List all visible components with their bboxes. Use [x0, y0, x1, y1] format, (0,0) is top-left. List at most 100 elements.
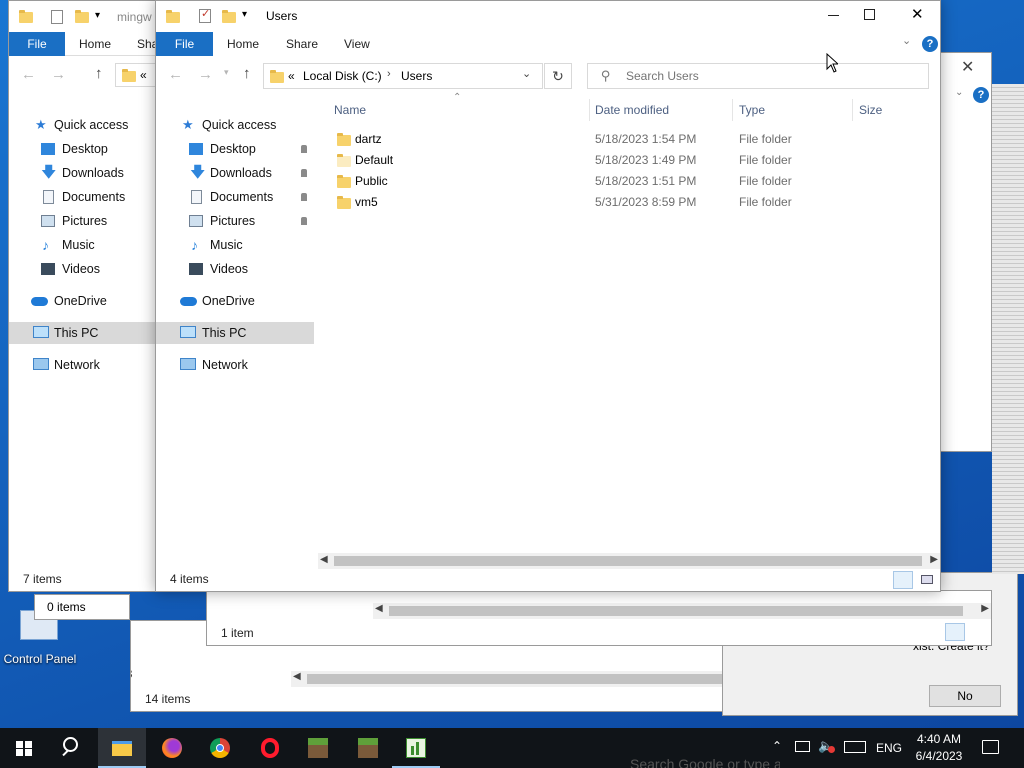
- column-divider[interactable]: [589, 99, 590, 121]
- refresh-button[interactable]: ↻: [544, 63, 572, 89]
- file-row[interactable]: dartz 5/18/2023 1:54 PM File folder: [318, 129, 938, 150]
- nav-network[interactable]: Network: [9, 354, 177, 376]
- title-bar[interactable]: ✓ ▾ Users ✕: [156, 1, 940, 32]
- search-box[interactable]: ⚲: [587, 63, 929, 89]
- background-window-1-item[interactable]: ◀ ▶ 1 item: [206, 590, 992, 646]
- show-hidden-icons-icon[interactable]: ⌃: [772, 739, 782, 753]
- close-icon[interactable]: ✕: [911, 5, 924, 23]
- clock-time[interactable]: 4:40 AM: [912, 732, 966, 746]
- nav-desktop[interactable]: Desktop: [156, 138, 314, 160]
- scroll-left-icon[interactable]: ◀: [375, 603, 383, 614]
- breadcrumb-users[interactable]: Users: [401, 69, 432, 83]
- address-bar[interactable]: « Local Disk (C:) › Users ⌄: [263, 63, 543, 89]
- taskbar-minecraft-2[interactable]: [344, 728, 392, 768]
- address-dropdown-icon[interactable]: ⌄: [522, 67, 531, 80]
- back-icon[interactable]: ←: [21, 66, 36, 83]
- explorer-window-users[interactable]: ✓ ▾ Users ✕ File Home Share View ⌄ ? ← →…: [155, 0, 941, 592]
- forward-icon[interactable]: →: [198, 66, 213, 83]
- column-divider[interactable]: [732, 99, 733, 121]
- details-view-icon[interactable]: [893, 571, 913, 589]
- tab-home[interactable]: Home: [79, 32, 111, 56]
- horizontal-scrollbar[interactable]: ◀ ▶: [318, 553, 940, 569]
- start-button[interactable]: [0, 728, 48, 768]
- keyboard-icon[interactable]: [844, 741, 866, 753]
- notifications-icon[interactable]: [982, 740, 999, 754]
- nav-music[interactable]: ♪ Music: [156, 234, 314, 256]
- up-icon[interactable]: ↑: [95, 65, 103, 82]
- network-tray-icon[interactable]: [795, 741, 810, 752]
- taskbar-firefox[interactable]: [148, 728, 196, 768]
- nav-downloads[interactable]: 🡇 Downloads: [9, 162, 177, 184]
- nav-quick-access[interactable]: ★ Quick access: [156, 114, 314, 136]
- scroll-left-icon[interactable]: ◀: [320, 554, 328, 565]
- tab-share[interactable]: Share: [286, 32, 318, 56]
- details-view-icon[interactable]: [945, 623, 965, 641]
- taskbar-chrome[interactable]: [196, 728, 244, 768]
- scroll-right-icon[interactable]: ▶: [930, 554, 938, 565]
- scroll-thumb[interactable]: [389, 606, 963, 616]
- bg-right-close-icon[interactable]: ✕: [961, 57, 974, 77]
- nav-this-pc[interactable]: This PC: [9, 322, 177, 344]
- forward-icon[interactable]: →: [51, 66, 66, 83]
- nav-onedrive[interactable]: OneDrive: [156, 290, 314, 312]
- file-row[interactable]: Default 5/18/2023 1:49 PM File folder: [318, 150, 938, 171]
- tab-file[interactable]: File: [156, 32, 213, 56]
- nav-documents[interactable]: Documents: [9, 186, 177, 208]
- column-header-size[interactable]: Size: [859, 99, 882, 121]
- nav-pictures[interactable]: Pictures: [9, 210, 177, 232]
- taskbar-minecraft-1[interactable]: [294, 728, 342, 768]
- nav-desktop[interactable]: Desktop: [9, 138, 177, 160]
- large-icons-view-icon[interactable]: [969, 623, 989, 641]
- maximize-icon[interactable]: [864, 9, 875, 20]
- up-icon[interactable]: ↑: [243, 65, 251, 82]
- search-input[interactable]: [626, 67, 916, 85]
- help-icon[interactable]: ?: [973, 87, 989, 103]
- quick-access-dropdown-icon[interactable]: ▾: [242, 9, 247, 20]
- column-divider[interactable]: [852, 99, 853, 121]
- column-header-type[interactable]: Type: [739, 99, 765, 121]
- nav-pictures[interactable]: Pictures: [156, 210, 314, 232]
- nav-music[interactable]: ♪ Music: [9, 234, 177, 256]
- nav-quick-access[interactable]: ★ Quick access: [9, 114, 177, 136]
- recent-locations-icon[interactable]: ▾: [224, 67, 229, 78]
- tab-view[interactable]: View: [344, 32, 370, 56]
- file-row[interactable]: Public 5/18/2023 1:51 PM File folder: [318, 171, 938, 192]
- column-header-date[interactable]: Date modified: [595, 99, 669, 121]
- nav-onedrive[interactable]: OneDrive: [9, 290, 177, 312]
- nav-network[interactable]: Network: [156, 354, 314, 376]
- large-icons-view-icon[interactable]: [917, 571, 937, 589]
- background-window-0-items[interactable]: 0 items: [34, 594, 130, 620]
- taskbar-file-explorer[interactable]: [98, 728, 146, 768]
- breadcrumb-separator-icon[interactable]: ›: [387, 68, 391, 80]
- file-row[interactable]: vm5 5/31/2023 8:59 PM File folder: [318, 192, 938, 213]
- new-folder-icon[interactable]: [222, 10, 236, 23]
- nav-videos[interactable]: Videos: [9, 258, 177, 280]
- pin-icon[interactable]: [301, 169, 307, 177]
- nav-videos[interactable]: Videos: [156, 258, 314, 280]
- scroll-thumb[interactable]: [334, 556, 922, 566]
- minimize-icon[interactable]: [822, 3, 846, 27]
- search-taskbar-button[interactable]: [48, 728, 96, 768]
- nav-this-pc[interactable]: This PC: [156, 322, 314, 344]
- pin-icon[interactable]: [301, 217, 307, 225]
- bg1-hscroll[interactable]: ◀ ▶: [373, 603, 991, 619]
- back-icon[interactable]: ←: [168, 66, 183, 83]
- scroll-right-icon[interactable]: ▶: [981, 603, 989, 614]
- help-icon[interactable]: ?: [922, 36, 938, 52]
- background-window-left[interactable]: ▾ mingw File Home Sha ← → ↑ « ★ Quick ac…: [8, 0, 178, 592]
- tab-file[interactable]: File: [9, 32, 65, 56]
- column-header-name[interactable]: Name: [334, 99, 366, 121]
- nav-documents[interactable]: Documents: [156, 186, 314, 208]
- tab-home[interactable]: Home: [227, 32, 259, 56]
- dialog-no-button[interactable]: No: [929, 685, 1001, 707]
- scroll-left-icon[interactable]: ◀: [293, 671, 301, 682]
- breadcrumb-local-disk[interactable]: Local Disk (C:): [303, 69, 382, 83]
- pin-icon[interactable]: [301, 145, 307, 153]
- clock-date[interactable]: 6/4/2023: [912, 749, 966, 763]
- breadcrumb-overflow[interactable]: «: [288, 69, 295, 83]
- nav-downloads[interactable]: 🡇 Downloads: [156, 162, 314, 184]
- chevron-down-icon[interactable]: ⌄: [955, 87, 963, 98]
- taskbar-opera[interactable]: [246, 728, 294, 768]
- expand-ribbon-icon[interactable]: ⌄: [902, 34, 911, 47]
- quick-access-dropdown-icon[interactable]: ▾: [95, 10, 100, 21]
